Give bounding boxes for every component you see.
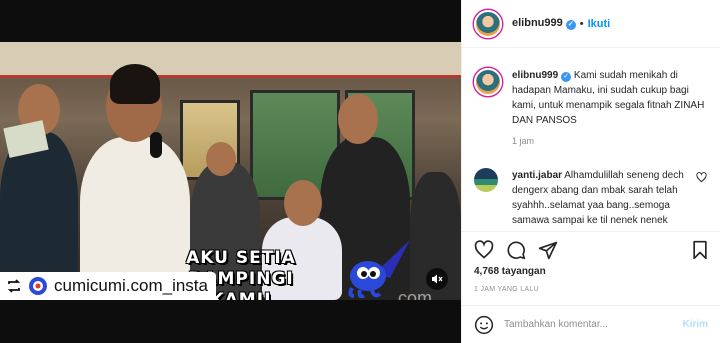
repost-icon	[7, 279, 21, 293]
post-timestamp[interactable]: 1 JAM YANG LALU	[474, 286, 539, 293]
view-count[interactable]: 4,768 tayangan	[474, 266, 546, 277]
comment-item: yanti.jabar Alhamdulillah seneng dech de…	[474, 168, 712, 230]
commenter-avatar[interactable]	[474, 168, 498, 192]
video-frame: AKU SETIA DAMPINGI KAMU com	[0, 42, 461, 300]
emoji-icon[interactable]	[474, 315, 494, 335]
cumicumi-logo-icon	[29, 277, 47, 295]
caption-line-1: AKU SETIA	[186, 248, 296, 268]
follow-button[interactable]: Ikuti	[588, 18, 611, 30]
seated-man-head	[284, 180, 322, 226]
post-side-panel: elibnu999 ✓ • Ikuti elibnu999 ✓ Kami sudah…	[461, 0, 720, 343]
verified-badge-icon: ✓	[561, 72, 572, 82]
caption-body: elibnu999 ✓ Kami sudah menikah di hadapan…	[512, 68, 710, 128]
commenter-username[interactable]: yanti.jabar	[512, 170, 562, 181]
author-username[interactable]: elibnu999 ✓	[512, 17, 576, 30]
comment-body: yanti.jabar Alhamdulillah seneng dech de…	[512, 168, 684, 230]
caption-username[interactable]: elibnu999	[512, 70, 558, 81]
save-icon[interactable]	[690, 240, 710, 260]
author-avatar[interactable]	[474, 9, 502, 38]
woman-hair	[110, 64, 160, 104]
add-comment-bar: Kirim	[462, 305, 720, 343]
view-count-text[interactable]: 4,768 tayangan	[474, 266, 546, 277]
comment-icon[interactable]	[506, 240, 526, 260]
verified-badge-icon: ✓	[565, 20, 576, 30]
wall-banner	[0, 42, 461, 78]
microphone	[150, 132, 162, 158]
share-icon[interactable]	[538, 240, 558, 260]
repost-handle[interactable]: cumicumi.com_insta	[54, 276, 208, 296]
instagram-post-view: AKU SETIA DAMPINGI KAMU com cumicumi.com…	[0, 0, 720, 343]
crowd-head	[206, 142, 236, 176]
separator-dot: •	[579, 17, 584, 30]
send-comment-button[interactable]: Kirim	[682, 319, 708, 330]
caption-author-avatar[interactable]	[474, 68, 502, 96]
comment-heart-icon[interactable]	[696, 172, 707, 183]
man-standing-head	[338, 94, 378, 144]
repost-banner: cumicumi.com_insta	[0, 272, 461, 343]
repost-pill: cumicumi.com_insta	[0, 272, 216, 300]
comment-input[interactable]	[504, 319, 684, 330]
author-username-text[interactable]: elibnu999	[512, 17, 563, 29]
post-header: elibnu999 ✓ • Ikuti	[462, 0, 720, 48]
video-player[interactable]: AKU SETIA DAMPINGI KAMU com cumicumi.com…	[0, 0, 461, 343]
caption-timestamp[interactable]: 1 jam	[512, 136, 534, 146]
heart-icon[interactable]	[474, 240, 494, 260]
